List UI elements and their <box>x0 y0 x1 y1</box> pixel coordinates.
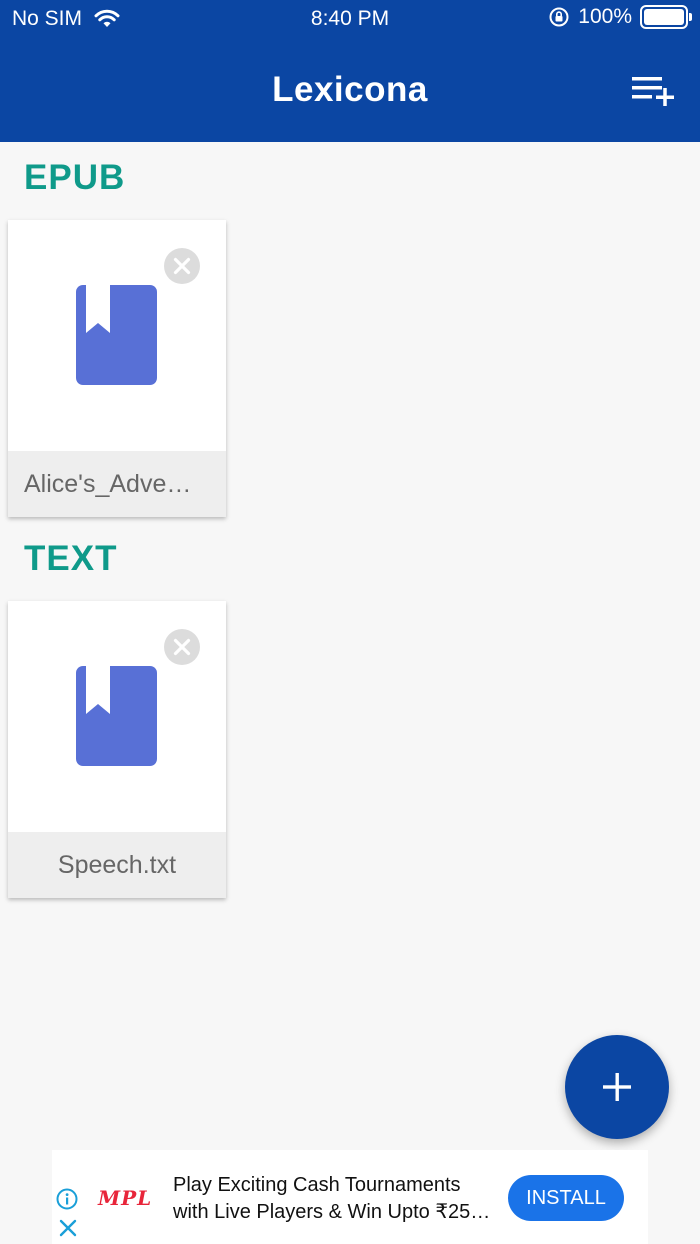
ad-line-1: Play Exciting Cash Tournaments <box>173 1174 461 1196</box>
book-icon <box>76 666 157 766</box>
ad-text: Play Exciting Cash Tournaments with Live… <box>173 1172 493 1226</box>
file-name: Speech.txt <box>8 832 226 898</box>
ad-brand-logo: MPL <box>98 1186 153 1210</box>
section-title-text: TEXT <box>24 539 118 578</box>
app-bar: No SIM 8:40 PM 100% Lexicona <box>0 0 700 142</box>
remove-file-icon[interactable] <box>163 628 201 666</box>
battery-percent: 100% <box>578 5 632 28</box>
remove-file-icon[interactable] <box>163 247 201 285</box>
status-time: 8:40 PM <box>310 7 390 30</box>
add-file-button[interactable] <box>565 1035 669 1139</box>
playlist-add-icon[interactable] <box>630 74 678 110</box>
page-title: Lexicona <box>272 70 428 109</box>
install-button[interactable]: INSTALL <box>508 1175 624 1221</box>
file-card[interactable]: Alice's_Adve… <box>8 220 226 517</box>
plus-icon <box>603 1073 631 1101</box>
ad-line-2: with Live Players & Win Upto ₹25… <box>173 1201 491 1223</box>
rotation-lock-icon <box>549 7 569 27</box>
info-icon[interactable] <box>56 1188 78 1210</box>
battery-icon <box>640 5 692 29</box>
book-icon <box>76 285 157 385</box>
file-card[interactable]: Speech.txt <box>8 601 226 898</box>
file-name: Alice's_Adve… <box>8 451 226 517</box>
section-title-epub: EPUB <box>24 158 126 197</box>
close-ad-icon[interactable] <box>58 1218 78 1238</box>
file-cover <box>8 220 226 451</box>
ad-banner[interactable]: MPL Play Exciting Cash Tournaments with … <box>52 1150 648 1244</box>
file-cover <box>8 601 226 832</box>
status-bar: No SIM 8:40 PM 100% <box>0 0 700 40</box>
